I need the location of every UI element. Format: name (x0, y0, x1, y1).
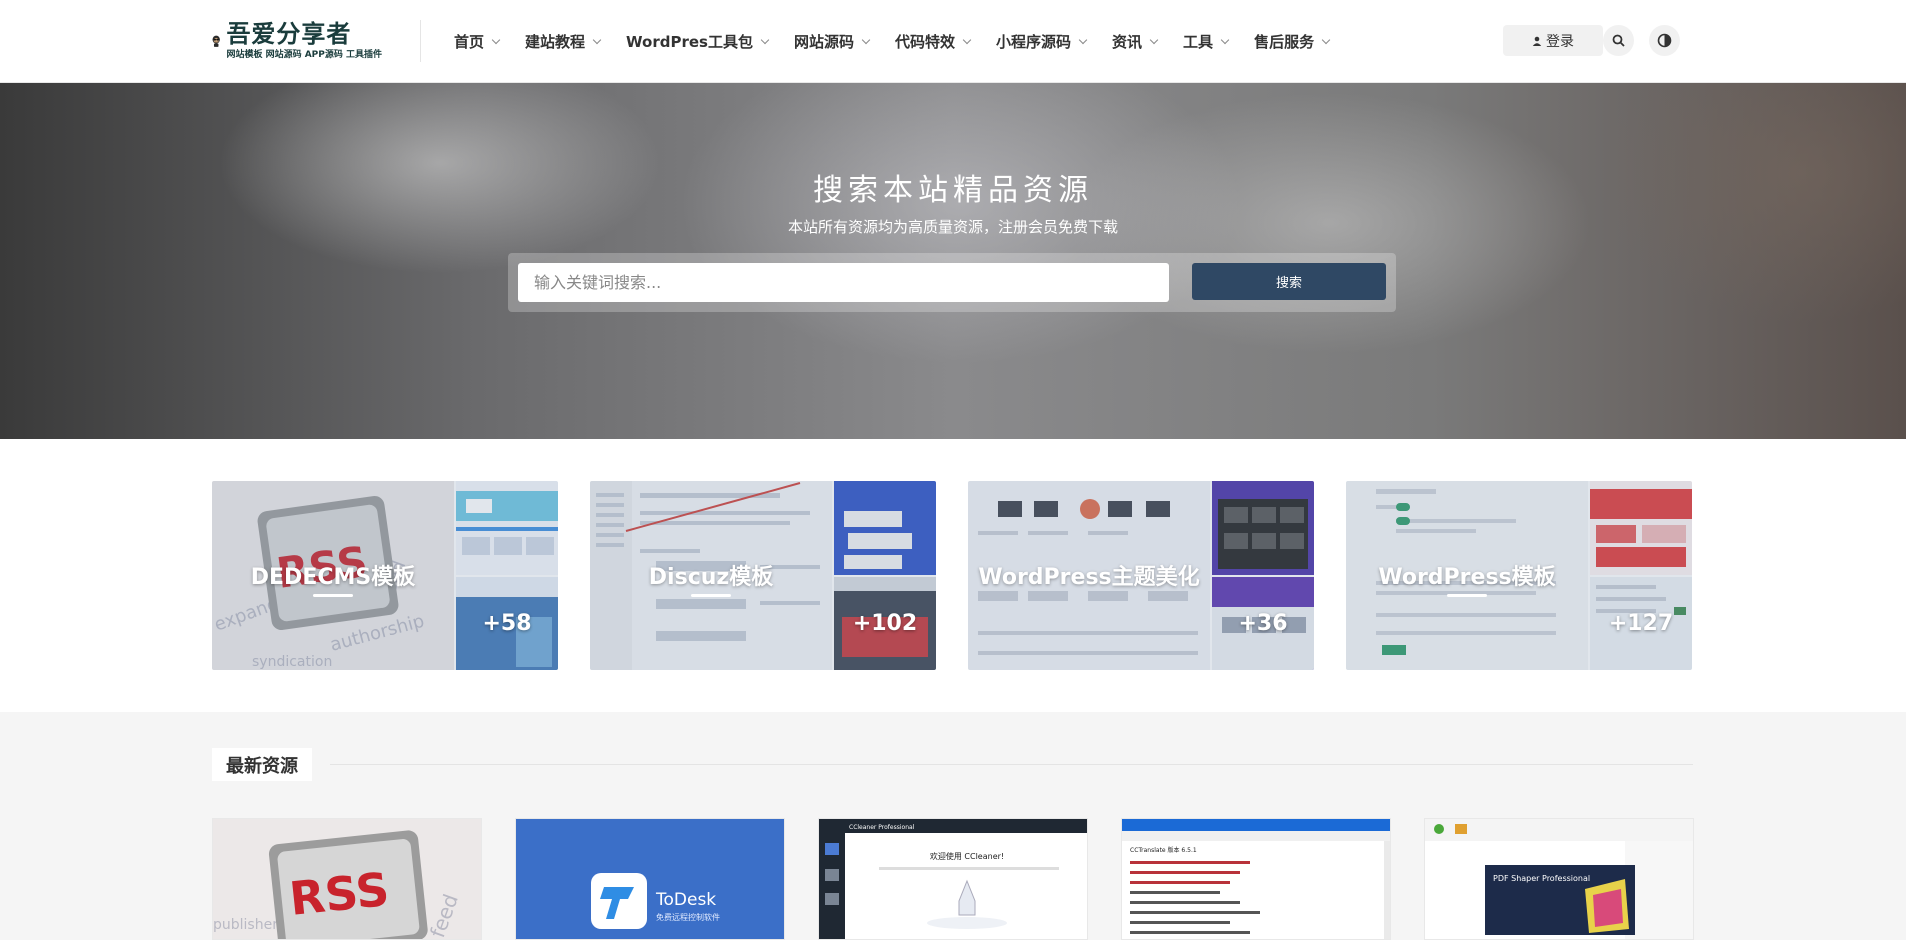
category-title: DEDECMS模板 (250, 565, 416, 590)
nav-item-home[interactable]: 首页 (454, 31, 501, 52)
nav-item-miniprogram-source[interactable]: 小程序源码 (996, 31, 1088, 52)
nav-label: 网站源码 (793, 33, 854, 51)
nav-item-site-source[interactable]: 网站源码 (793, 31, 871, 52)
resource-thumbnail: ToDesk 免费远程控制软件 (516, 819, 784, 939)
chevron-down-icon (1149, 35, 1159, 44)
chevron-down-icon (962, 35, 972, 44)
site-header: 吾爱分享者 网站模板 网站源码 APP源码 工具插件 首页 建站教程 WordP… (0, 0, 1906, 83)
category-count: +127 (1608, 611, 1674, 636)
resource-thumb-text: RSS (287, 862, 392, 926)
svg-text:publishers: publishers (213, 917, 285, 933)
login-button[interactable]: 登录 (1503, 25, 1603, 56)
nav-item-after-sales[interactable]: 售后服务 (1254, 31, 1331, 52)
category-title: WordPress主题美化 (978, 565, 1200, 590)
search-button[interactable]: 搜索 (1192, 263, 1386, 300)
chevron-down-icon (1078, 35, 1088, 44)
hero-banner: 搜索本站精品资源 本站所有资源均为高质量资源，注册会员免费下载 搜索 (0, 83, 1906, 439)
nav-label: WordPres工具包 (626, 33, 753, 51)
main-nav: 首页 建站教程 WordPres工具包 网站源码 代码特效 小程序源码 资讯 工… (454, 0, 1355, 83)
nav-label: 资讯 (1112, 33, 1143, 51)
category-title-underline (691, 594, 731, 597)
site-logo[interactable]: 吾爱分享者 网站模板 网站源码 APP源码 工具插件 (212, 18, 382, 64)
nav-label: 售后服务 (1254, 33, 1315, 51)
category-count: +58 (482, 611, 532, 636)
latest-resources-heading: 最新资源 (212, 748, 312, 781)
category-count: +36 (1238, 611, 1288, 636)
resource-card[interactable]: ToDesk 免费远程控制软件 (515, 818, 785, 940)
hero-subtitle: 本站所有资源均为高质量资源，注册会员免费下载 (787, 218, 1118, 236)
chevron-down-icon (592, 35, 602, 44)
login-label: 登录 (1546, 33, 1574, 50)
resource-thumbnail: CCleaner Professional 欢迎使用 CCleaner! (819, 819, 1087, 939)
search-icon (1612, 34, 1625, 47)
category-card-wordpress-templates[interactable]: WordPress模板 +127 (1346, 481, 1692, 670)
chevron-down-icon (1321, 35, 1331, 44)
chevron-down-icon (1220, 35, 1230, 44)
resource-thumb-subtext: 免费远程控制软件 (656, 912, 720, 922)
chevron-down-icon (861, 35, 871, 44)
category-section: expanded authorship syndication feed RSS… (0, 439, 1906, 712)
brand-title: 吾爱分享者 (226, 19, 352, 48)
category-count: +102 (852, 611, 918, 636)
category-title: WordPress模板 (1378, 565, 1556, 590)
nav-item-wordpress-toolkit[interactable]: WordPres工具包 (626, 31, 770, 52)
section-divider (330, 764, 1693, 765)
nav-label: 小程序源码 (996, 33, 1072, 51)
resource-thumb-text: ToDesk (655, 890, 716, 910)
category-title: Discuz模板 (648, 565, 774, 590)
resource-thumb-text: 欢迎使用 CCleaner! (930, 851, 1004, 861)
nav-item-news[interactable]: 资讯 (1112, 31, 1159, 52)
resource-card[interactable]: CCTranslate 版本 6.5.1 (1121, 818, 1391, 940)
monkey-mascot-icon (212, 35, 220, 47)
nav-label: 建站教程 (525, 33, 586, 51)
resource-thumbnail: feed publishers RSS (213, 819, 481, 939)
resource-thumbnail: PDF Shaper Professional (1425, 819, 1693, 939)
resource-card[interactable]: CCleaner Professional 欢迎使用 CCleaner! (818, 818, 1088, 940)
chevron-down-icon (760, 35, 770, 44)
theme-toggle-button[interactable] (1649, 25, 1680, 56)
category-title-underline (313, 594, 353, 597)
category-card-discuz[interactable]: Discuz模板 +102 (590, 481, 936, 670)
category-card-wordpress-beautify[interactable]: WordPress主题美化 +36 (968, 481, 1314, 670)
resource-card[interactable]: feed publishers RSS (212, 818, 482, 940)
brand-subtitle: 网站模板 网站源码 APP源码 工具插件 (226, 50, 382, 60)
nav-item-tools[interactable]: 工具 (1183, 31, 1230, 52)
resource-thumb-text: PDF Shaper Professional (1493, 874, 1590, 883)
resource-thumb-text: CCTranslate 版本 6.5.1 (1130, 846, 1197, 854)
user-icon (1532, 36, 1542, 46)
header-divider (420, 20, 421, 62)
nav-label: 工具 (1183, 33, 1214, 51)
category-card-dedecms[interactable]: expanded authorship syndication feed RSS… (212, 481, 558, 670)
resource-thumb-subtext: CCleaner Professional (849, 824, 915, 831)
header-search-button[interactable] (1603, 25, 1634, 56)
nav-label: 首页 (454, 33, 485, 51)
search-input[interactable] (518, 263, 1169, 302)
chevron-down-icon (491, 35, 501, 44)
hero-search-box: 搜索 (508, 253, 1396, 312)
theme-toggle-icon (1657, 33, 1672, 48)
category-title-underline (1447, 594, 1487, 597)
nav-label: 代码特效 (895, 33, 956, 51)
resource-card[interactable]: PDF Shaper Professional (1424, 818, 1694, 940)
nav-item-tutorials[interactable]: 建站教程 (525, 31, 602, 52)
nav-item-code-effects[interactable]: 代码特效 (895, 31, 972, 52)
hero-title: 搜索本站精品资源 (813, 173, 1093, 208)
resource-thumbnail: CCTranslate 版本 6.5.1 (1122, 819, 1390, 939)
